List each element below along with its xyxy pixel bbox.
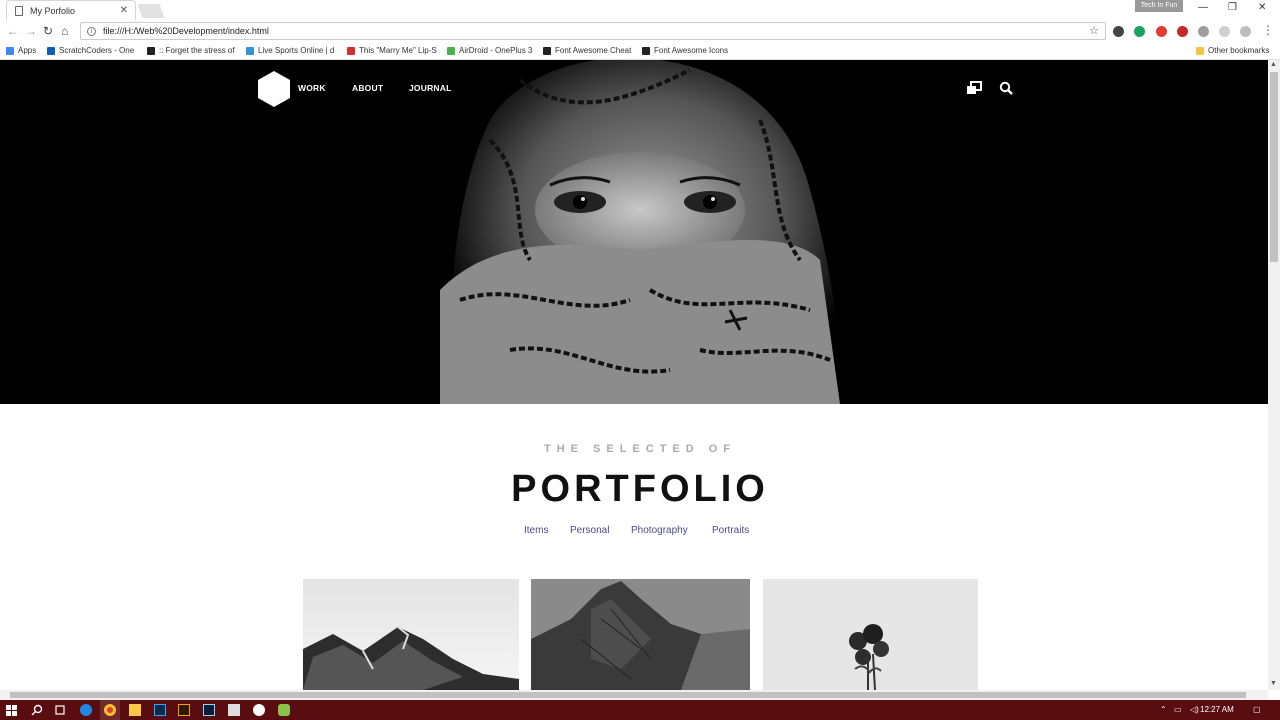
scrollbar-thumb[interactable]	[10, 692, 1246, 698]
window-restore-icon[interactable]	[966, 81, 982, 95]
bookmark-item[interactable]: :: Forget the stress of	[147, 46, 235, 55]
info-icon[interactable]: i	[87, 26, 96, 36]
arrow-icon	[246, 46, 254, 55]
portfolio-thumbnail[interactable]	[303, 579, 519, 690]
android-icon[interactable]	[278, 704, 290, 716]
url-field[interactable]: i file:///H:/Web%20Development/index.htm…	[80, 22, 1106, 40]
site-nav: WORK ABOUT JOURNAL	[0, 60, 1268, 120]
grammarly-icon[interactable]	[1134, 26, 1145, 37]
illustrator-icon[interactable]	[178, 704, 190, 716]
bookmark-label: AirDroid - OnePlus 3	[459, 46, 533, 55]
browser-tab[interactable]: My Porfolio ✕	[6, 0, 136, 20]
bookmark-item[interactable]: Font Awesome Icons	[642, 46, 728, 55]
extension-icon[interactable]	[1240, 26, 1251, 37]
back-icon[interactable]: ←	[7, 24, 19, 38]
pocket-icon[interactable]	[1198, 26, 1209, 37]
page-icon	[15, 5, 23, 16]
url-text: file:///H:/Web%20Development/index.html	[103, 26, 269, 36]
notifications-icon[interactable]: ▢	[1253, 705, 1261, 714]
portfolio-thumbnail[interactable]	[531, 579, 750, 690]
filter-items[interactable]: Items	[524, 525, 548, 536]
menu-icon[interactable]: ⋮	[1262, 23, 1274, 37]
bookmark-label: This "Marry Me" Lip-S	[359, 46, 437, 55]
tab-title: My Porfolio	[30, 5, 76, 16]
portfolio-thumbnail[interactable]	[763, 579, 978, 690]
flag-icon	[543, 46, 551, 55]
scroll-down-icon[interactable]: ▼	[1270, 680, 1277, 687]
apps-grid-icon	[6, 46, 14, 55]
onedrive-icon	[47, 46, 55, 55]
tab-strip: My Porfolio ✕ Tech In Fun — ❐ ✕	[0, 0, 1280, 20]
bookmark-label: Font Awesome Icons	[654, 46, 729, 55]
task-view-icon[interactable]	[54, 704, 66, 716]
page-icon	[147, 46, 155, 55]
show-hidden-icons-icon[interactable]: ⌃	[1160, 705, 1167, 714]
filter-portraits[interactable]: Portraits	[712, 525, 749, 536]
page-viewport: WORK ABOUT JOURNAL THE SELECTED OF PORTF…	[0, 60, 1268, 690]
chrome-taskbar-button[interactable]	[100, 700, 120, 720]
address-bar-row: ← → ↻ ⌂ i file:///H:/Web%20Development/i…	[0, 20, 1280, 42]
horizontal-scrollbar[interactable]	[0, 690, 1268, 700]
network-icon[interactable]: ▭	[1174, 705, 1182, 714]
photoshop-icon[interactable]	[154, 704, 166, 716]
bookmark-star-icon[interactable]: ☆	[1089, 24, 1099, 37]
shield-icon	[347, 46, 355, 55]
windows-start-icon[interactable]	[6, 705, 17, 716]
profile-label[interactable]: Tech In Fun	[1135, 0, 1183, 12]
restore-icon[interactable]: ❐	[1228, 2, 1237, 13]
bookmark-label: :: Forget the stress of	[159, 46, 235, 55]
taskbar: ⌃ ▭ ◁) 12:27 AM ▢	[0, 700, 1280, 720]
scrollbar-thumb[interactable]	[1270, 72, 1278, 262]
flag-icon	[642, 46, 650, 55]
bookmark-label: Apps	[18, 46, 37, 55]
other-bookmarks[interactable]: Other bookmarks	[1196, 46, 1269, 55]
chrome-icon	[104, 704, 116, 716]
hero-section: WORK ABOUT JOURNAL	[0, 60, 1268, 404]
reload-icon[interactable]: ↻	[43, 24, 53, 38]
bookmark-item[interactable]: ScratchCoders - One	[47, 46, 134, 55]
bookmark-label: ScratchCoders - One	[59, 46, 135, 55]
scroll-up-icon[interactable]: ▲	[1270, 61, 1277, 68]
extension-icon[interactable]	[1113, 26, 1124, 37]
clock[interactable]: 12:27 AM	[1200, 705, 1234, 714]
nav-link-journal[interactable]: JOURNAL	[409, 83, 452, 93]
adblock-icon[interactable]	[1177, 26, 1188, 37]
bookmark-item[interactable]: Font Awesome Cheat	[543, 46, 631, 55]
portfolio-title: PORTFOLIO	[511, 468, 769, 510]
bookmark-item[interactable]: This "Marry Me" Lip-S	[347, 46, 437, 55]
lightroom-icon[interactable]	[203, 704, 215, 716]
minimize-icon[interactable]: —	[1198, 2, 1208, 13]
bookmark-label: Font Awesome Cheat	[555, 46, 632, 55]
new-tab-button[interactable]	[137, 4, 165, 18]
portfolio-section: THE SELECTED OF PORTFOLIO Items Personal…	[0, 404, 1268, 690]
hexagon-logo-icon[interactable]	[258, 71, 290, 107]
file-explorer-icon[interactable]	[129, 704, 141, 716]
portfolio-subtitle: THE SELECTED OF	[543, 443, 737, 455]
close-tab-icon[interactable]: ✕	[120, 5, 128, 16]
folder-icon	[1196, 46, 1204, 55]
bookmarks-bar: Apps ScratchCoders - One :: Forget the s…	[0, 42, 1280, 60]
forward-icon[interactable]: →	[25, 24, 37, 38]
filter-personal[interactable]: Personal	[570, 525, 609, 536]
home-icon[interactable]: ⌂	[61, 24, 68, 38]
bookmark-label: Live Sports Online | d	[258, 46, 335, 55]
edge-icon[interactable]	[80, 704, 92, 716]
airdroid-icon	[447, 46, 455, 55]
sync-icon[interactable]	[1219, 26, 1230, 37]
bookmark-item[interactable]: Live Sports Online | d	[246, 46, 334, 55]
opera-icon[interactable]	[1156, 26, 1167, 37]
keyboard-icon[interactable]	[228, 704, 240, 716]
filter-photography[interactable]: Photography	[631, 525, 688, 536]
other-bookmarks-label: Other bookmarks	[1208, 46, 1270, 55]
close-window-icon[interactable]: ✕	[1258, 2, 1266, 13]
volume-icon[interactable]: ◁)	[1190, 705, 1199, 714]
bookmark-item[interactable]: AirDroid - OnePlus 3	[447, 46, 532, 55]
bookmark-item[interactable]: Apps	[6, 46, 36, 55]
vertical-scrollbar[interactable]: ▲ ▼	[1268, 60, 1280, 690]
search-icon[interactable]	[999, 81, 1013, 95]
nav-link-work[interactable]: WORK	[298, 83, 326, 93]
search-icon[interactable]	[31, 704, 43, 716]
app-icon[interactable]	[253, 704, 265, 716]
nav-link-about[interactable]: ABOUT	[352, 83, 383, 93]
